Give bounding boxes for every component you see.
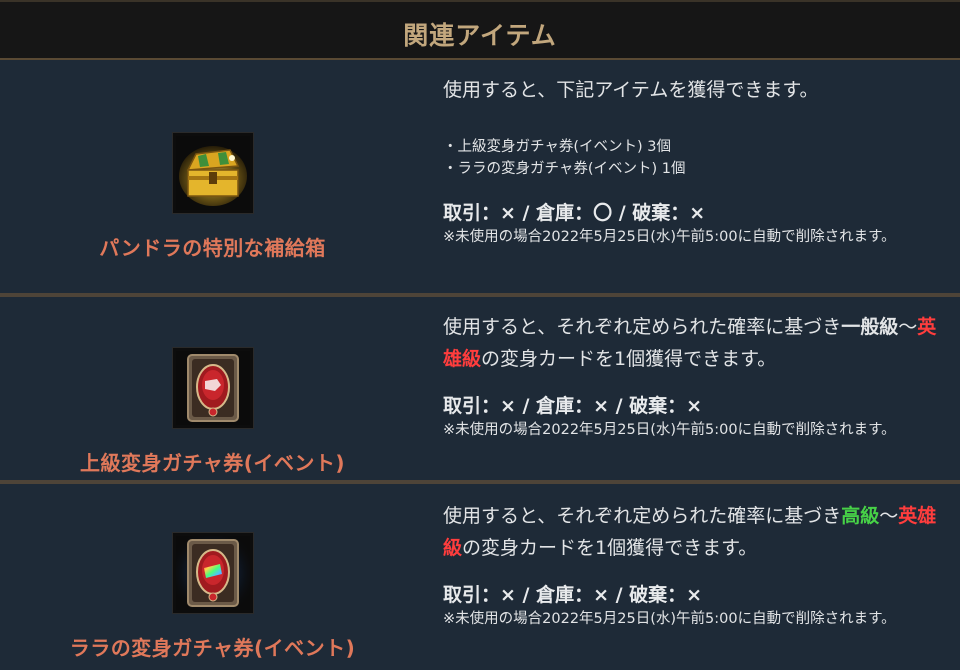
desc-tilde: 〜 [879,505,899,527]
item-summary: パンドラの特別な補給箱 [0,60,425,293]
item-details: 使用すると、下記アイテムを獲得できます。 ・上級変身ガチャ券(イベント) 3個 … [425,60,960,293]
item-details: 使用すると、それぞれ定められた確率に基づき一般級〜英雄級の変身カードを1個獲得で… [425,297,960,480]
desc-tilde: 〜 [898,316,918,338]
item-description: 使用すると、それぞれ定められた確率に基づき高級〜英雄級の変身カードを1個獲得でき… [443,500,946,564]
section-header: 関連アイテム [0,0,960,60]
desc-text: の変身カードを1個獲得できます。 [462,537,758,559]
trade-restrictions: 取引：× / 倉庫：× / 破棄：× [443,584,703,606]
item-name[interactable]: 上級変身ガチャ券(イベント) [80,447,345,476]
list-item: ・ララの変身ガチャ券(イベント) 1個 [443,161,686,177]
item-description: 使用すると、それぞれ定められた確率に基づき一般級〜英雄級の変身カードを1個獲得で… [443,311,946,375]
desc-text: 使用すると、それぞれ定められた確率に基づき [443,316,842,338]
reward-list: ・上級変身ガチャ券(イベント) 3個 ・ララの変身ガチャ券(イベント) 1個 [443,136,946,180]
item-row: パンドラの特別な補給箱 使用すると、下記アイテムを獲得できます。 ・上級変身ガチ… [0,60,960,297]
item-row: 上級変身ガチャ券(イベント) 使用すると、それぞれ定められた確率に基づき一般級〜… [0,297,960,484]
trade-restrictions: 取引：× / 倉庫：〇 / 破棄：× [443,202,706,224]
item-details: 使用すると、それぞれ定められた確率に基づき高級〜英雄級の変身カードを1個獲得でき… [425,484,960,670]
expiry-note: ※未使用の場合2022年5月25日(水)午前5:00に自動で削除されます。 [443,422,896,438]
transformation-card-red-icon[interactable] [171,347,254,429]
related-items-panel: 関連アイテム パンドラの特別な補給箱 使用すると、下記アイテムを獲得できます。 … [0,0,960,670]
transformation-card-rainbow-icon[interactable] [171,532,254,614]
item-summary: 上級変身ガチャ券(イベント) [0,297,425,480]
trade-restrictions: 取引：× / 倉庫：× / 破棄：× [443,395,703,417]
item-description: 使用すると、下記アイテムを獲得できます。 [443,79,819,101]
expiry-note: ※未使用の場合2022年5月25日(水)午前5:00に自動で削除されます。 [443,229,896,245]
expiry-note: ※未使用の場合2022年5月25日(水)午前5:00に自動で削除されます。 [443,611,896,627]
desc-text: 使用すると、それぞれ定められた確率に基づき [443,505,842,527]
treasure-chest-icon[interactable] [171,132,254,214]
item-summary: ララの変身ガチャ券(イベント) [0,484,425,670]
section-title: 関連アイテム [403,21,557,50]
item-name[interactable]: ララの変身ガチャ券(イベント) [70,632,356,661]
item-row: ララの変身ガチャ券(イベント) 使用すると、それぞれ定められた確率に基づき高級〜… [0,484,960,670]
item-name[interactable]: パンドラの特別な補給箱 [99,232,326,261]
grade-high: 高級 [841,505,880,527]
desc-text: の変身カードを1個獲得できます。 [481,348,777,370]
list-item: ・上級変身ガチャ券(イベント) 3個 [443,139,672,155]
grade-normal: 一般級 [841,316,899,338]
